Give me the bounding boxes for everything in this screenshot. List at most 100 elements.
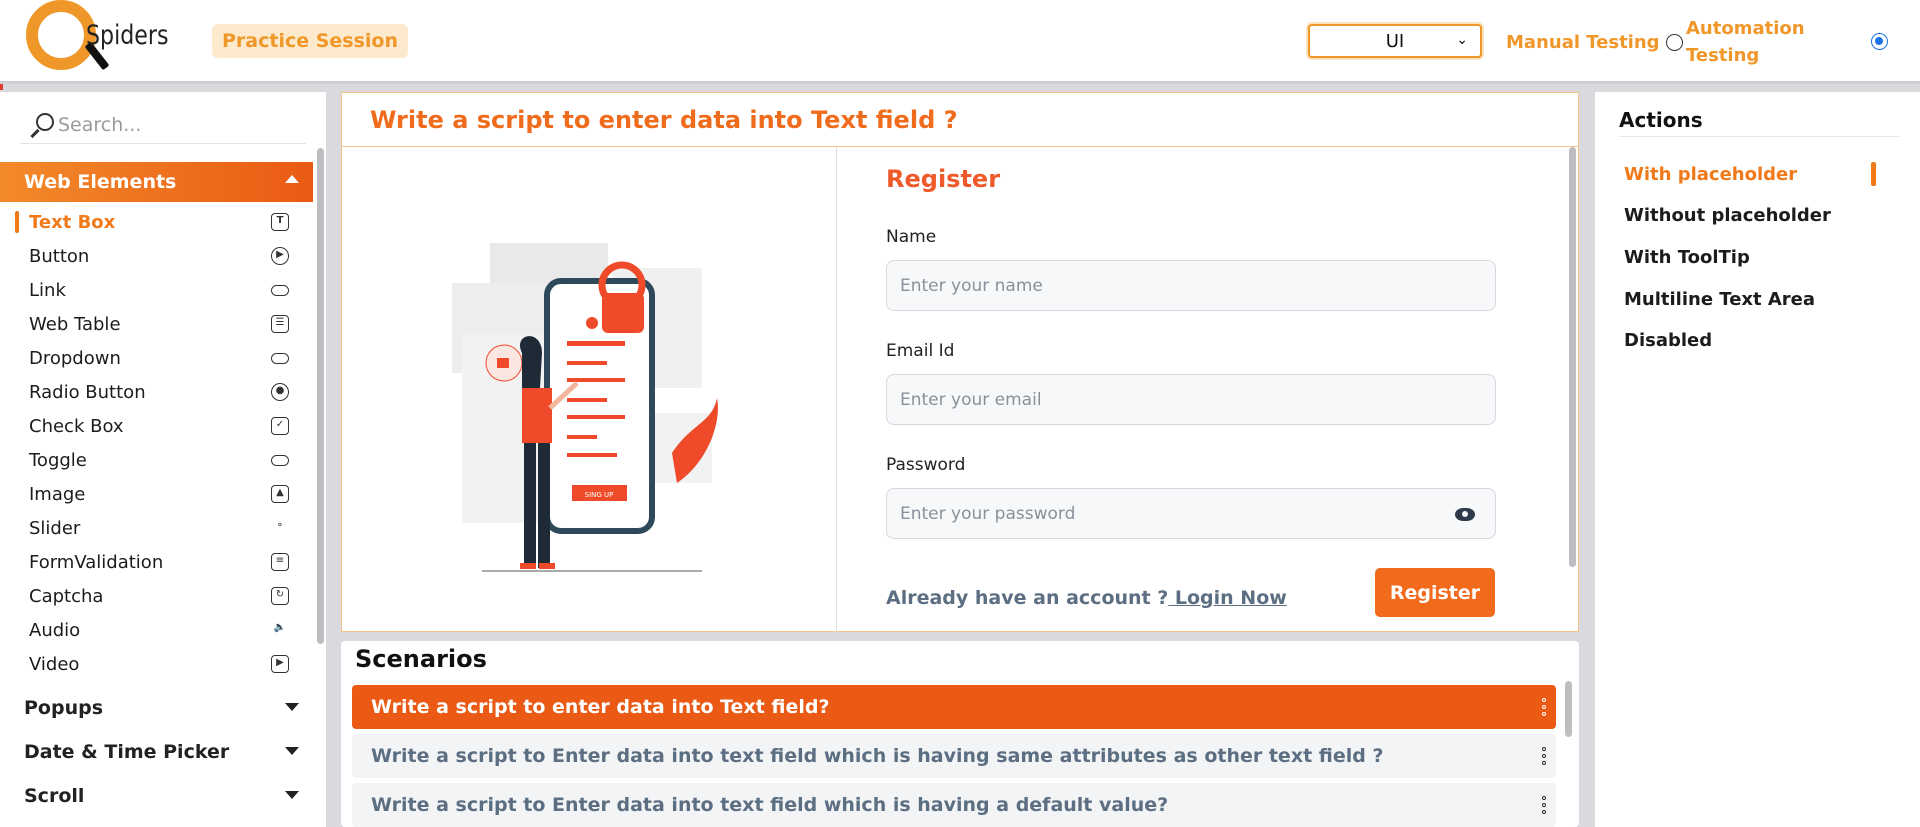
section-date-time-picker[interactable]: Date & Time Picker	[0, 732, 313, 772]
image-icon: ▲	[271, 485, 289, 503]
mode-select-value: UI	[1385, 30, 1405, 52]
sidebar-item-image[interactable]: Image ▲	[0, 477, 313, 511]
sidebar-item-label: Captcha	[29, 585, 104, 607]
automation-label-line1: Automation	[1686, 18, 1805, 39]
scenario-row[interactable]: Write a script to enter data into Text f…	[352, 685, 1556, 729]
captcha-icon: ↻	[271, 587, 289, 605]
play-button-icon: ▶	[271, 247, 289, 265]
search-box[interactable]	[20, 106, 306, 144]
exercise-title: Write a script to enter data into Text f…	[342, 93, 1578, 147]
sidebar-item-label: Link	[29, 279, 66, 301]
logo-text: Spiders	[86, 20, 169, 51]
scenario-row[interactable]: Write a script to Enter data into text f…	[352, 734, 1556, 778]
mode-select[interactable]: UI ⌄	[1308, 24, 1482, 58]
sidebar-scrollbar[interactable]	[317, 148, 324, 644]
password-input[interactable]: Enter your password	[886, 488, 1496, 539]
table-icon: ☰	[271, 315, 289, 333]
action-multiline-text-area[interactable]: Multiline Text Area	[1624, 289, 1815, 310]
email-placeholder: Enter your email	[900, 389, 1042, 410]
illustration-signup-text: SING UP	[585, 491, 614, 499]
sidebar-item-label: Audio	[29, 619, 81, 641]
sidebar: Web Elements Text Box T Button ▶ Link We…	[0, 92, 326, 827]
automation-testing-radio[interactable]	[1871, 33, 1888, 50]
top-header: Spiders Practice Session UI ⌄ Manual Tes…	[0, 0, 1920, 84]
sidebar-item-label: Radio Button	[29, 381, 146, 403]
section-popups[interactable]: Popups	[0, 688, 313, 728]
scenarios-title: Scenarios	[355, 645, 487, 673]
search-icon	[28, 110, 58, 140]
manual-testing-radio[interactable]	[1665, 33, 1683, 51]
action-with-tooltip[interactable]: With ToolTip	[1624, 247, 1750, 268]
card-divider	[836, 147, 837, 632]
name-label: Name	[886, 227, 937, 247]
link-icon	[271, 285, 289, 296]
password-placeholder: Enter your password	[900, 503, 1076, 524]
toggle-icon	[271, 455, 289, 466]
signup-illustration: SING UP	[452, 243, 718, 572]
actions-panel: Actions With placeholder Without placeho…	[1595, 92, 1920, 827]
sidebar-item-label: FormValidation	[29, 551, 164, 573]
sidebar-item-toggle[interactable]: Toggle	[0, 443, 313, 477]
sidebar-item-form-validation[interactable]: FormValidation ≡	[0, 545, 313, 579]
scenario-text: Write a script to Enter data into text f…	[371, 745, 1384, 767]
sidebar-item-label: Button	[29, 245, 90, 267]
more-options-icon[interactable]	[1542, 796, 1546, 814]
sidebar-item-captcha[interactable]: Captcha ↻	[0, 579, 313, 613]
radio-icon: ●	[271, 383, 289, 401]
sidebar-item-label: Slider	[29, 517, 81, 539]
textbox-icon: T	[271, 213, 289, 231]
sidebar-item-web-table[interactable]: Web Table ☰	[0, 307, 313, 341]
more-options-icon[interactable]	[1542, 747, 1546, 765]
sidebar-item-video[interactable]: Video ▶	[0, 647, 313, 681]
manual-testing-option[interactable]: Manual Testing	[1506, 0, 1683, 84]
search-input[interactable]	[58, 113, 288, 136]
sidebar-item-label: Toggle	[29, 449, 87, 471]
sidebar-item-label: Web Table	[29, 313, 121, 335]
checkbox-icon: ✓	[271, 417, 289, 435]
form-icon: ≡	[271, 553, 289, 571]
login-now-link[interactable]: Login Now	[1168, 587, 1287, 609]
action-with-placeholder[interactable]: With placeholder	[1624, 164, 1797, 185]
action-without-placeholder[interactable]: Without placeholder	[1624, 205, 1831, 226]
sidebar-item-dropdown[interactable]: Dropdown	[0, 341, 313, 375]
sidebar-item-radio-button[interactable]: Radio Button ●	[0, 375, 313, 409]
sidebar-item-link[interactable]: Link	[0, 273, 313, 307]
scenario-text: Write a script to enter data into Text f…	[371, 696, 830, 718]
section-web-elements[interactable]: Web Elements	[0, 162, 313, 202]
qspiders-logo[interactable]: Spiders	[24, 0, 169, 84]
section-label: Date & Time Picker	[24, 741, 230, 763]
header-accent-tick	[0, 84, 3, 90]
manual-testing-label: Manual Testing	[1506, 31, 1660, 53]
sidebar-item-audio[interactable]: Audio 🔈	[0, 613, 313, 647]
scenarios-panel: Scenarios Write a script to enter data i…	[341, 641, 1579, 827]
automation-testing-option[interactable]: Automation Testing	[1686, 0, 1888, 84]
email-input[interactable]: Enter your email	[886, 374, 1496, 425]
caret-down-icon	[285, 703, 299, 711]
card-scrollbar[interactable]	[1569, 147, 1576, 567]
sidebar-item-text-box[interactable]: Text Box T	[0, 205, 313, 239]
action-disabled[interactable]: Disabled	[1624, 330, 1712, 351]
section-label: Scroll	[24, 785, 85, 807]
automation-label-line2: Testing	[1686, 45, 1760, 66]
sidebar-item-check-box[interactable]: Check Box ✓	[0, 409, 313, 443]
practice-session-badge[interactable]: Practice Session	[212, 24, 408, 58]
caret-down-icon	[285, 747, 299, 755]
video-icon: ▶	[271, 655, 289, 673]
register-heading: Register	[886, 165, 1001, 193]
name-input[interactable]: Enter your name	[886, 260, 1496, 311]
name-placeholder: Enter your name	[900, 275, 1043, 296]
section-scroll[interactable]: Scroll	[0, 776, 313, 816]
sidebar-item-label: Check Box	[29, 415, 124, 437]
active-action-indicator	[1871, 162, 1876, 186]
scenarios-scrollbar[interactable]	[1565, 681, 1572, 737]
actions-title: Actions	[1619, 108, 1899, 137]
scenario-row[interactable]: Write a script to Enter data into text f…	[352, 783, 1556, 827]
sidebar-item-slider[interactable]: Slider ⚬	[0, 511, 313, 545]
password-label: Password	[886, 455, 966, 475]
more-options-icon[interactable]	[1542, 698, 1546, 716]
caret-down-icon	[285, 791, 299, 799]
section-label: Web Elements	[24, 171, 177, 193]
eye-icon[interactable]	[1455, 508, 1475, 521]
sidebar-item-button[interactable]: Button ▶	[0, 239, 313, 273]
register-button[interactable]: Register	[1375, 568, 1495, 617]
